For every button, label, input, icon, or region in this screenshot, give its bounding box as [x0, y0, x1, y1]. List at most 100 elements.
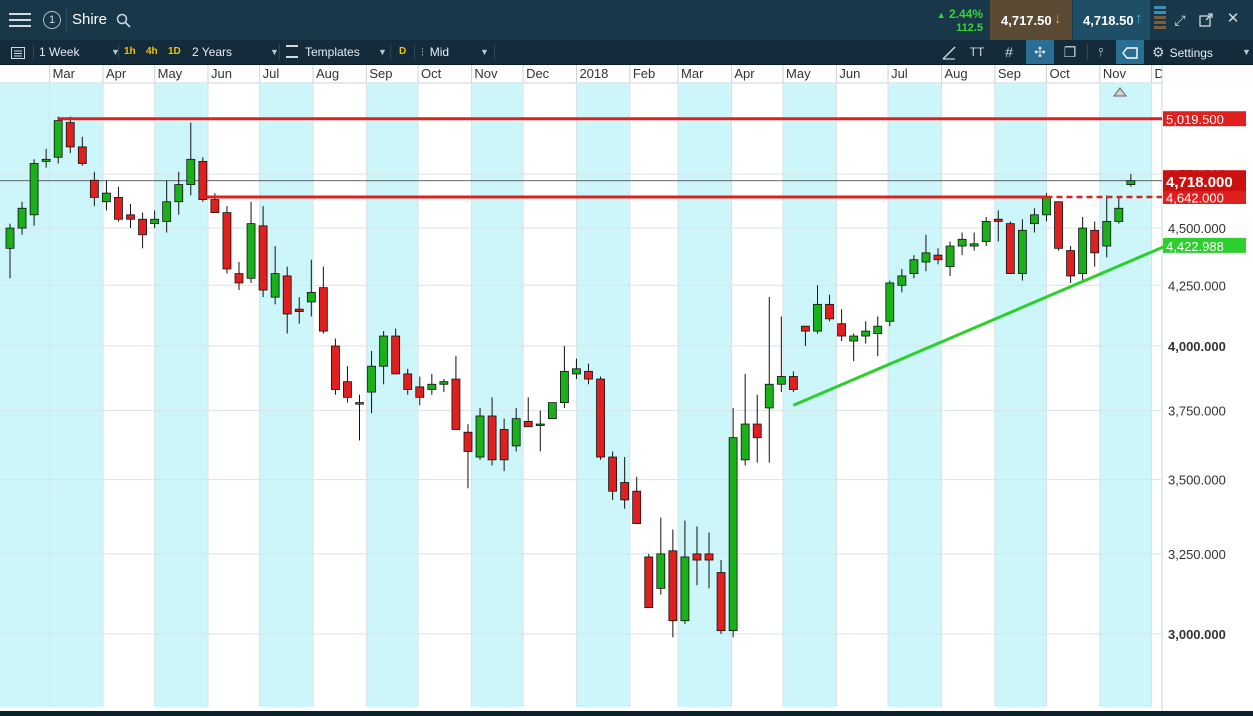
timeframe-4h[interactable]: 4h	[146, 40, 158, 64]
candle-body[interactable]	[752, 423, 762, 439]
candle-body[interactable]	[584, 370, 593, 380]
candle-body[interactable]	[921, 252, 931, 263]
candle-body[interactable]	[53, 120, 63, 158]
candle-body[interactable]	[668, 550, 678, 622]
candle-body[interactable]	[776, 376, 786, 385]
candle-body[interactable]	[77, 146, 87, 164]
candle-body[interactable]	[1078, 227, 1088, 274]
candle-body[interactable]	[740, 423, 750, 461]
candle-body[interactable]	[656, 553, 666, 589]
crosshair-icon[interactable]: ✣	[1026, 40, 1054, 64]
candle-body[interactable]	[680, 556, 690, 622]
sell-button[interactable]: 4,717.50 ↓	[990, 0, 1072, 40]
candle-body[interactable]	[162, 201, 172, 222]
candle-body[interactable]	[367, 365, 376, 393]
candle-body[interactable]	[933, 254, 943, 261]
candle-body[interactable]	[837, 323, 846, 337]
candle-body[interactable]	[1114, 207, 1124, 222]
candle-body[interactable]	[379, 335, 389, 367]
windows-icon[interactable]: ❐	[1058, 40, 1082, 64]
candle-body[interactable]	[439, 381, 449, 385]
draw-mode-button[interactable]: D	[399, 40, 406, 64]
candle-body[interactable]	[114, 197, 123, 220]
candle-body[interactable]	[849, 335, 859, 342]
candle-body[interactable]	[487, 415, 497, 461]
candle-body[interactable]	[174, 184, 184, 203]
candle-body[interactable]	[331, 345, 340, 390]
candle-body[interactable]	[451, 378, 461, 430]
candle-body[interactable]	[29, 163, 39, 216]
candle-body[interactable]	[102, 192, 111, 203]
candle-body[interactable]	[728, 437, 738, 632]
candle-body[interactable]	[270, 273, 280, 298]
candle-body[interactable]	[1090, 229, 1100, 254]
candle-body[interactable]	[210, 199, 220, 214]
candle-body[interactable]	[463, 431, 473, 452]
candle-body[interactable]	[499, 429, 509, 461]
candle-body[interactable]	[126, 214, 135, 220]
candle-body[interactable]	[885, 282, 895, 322]
candle-body[interactable]	[764, 383, 774, 409]
candle-body[interactable]	[957, 238, 967, 247]
timeframe-1h[interactable]: 1h	[124, 40, 136, 64]
candle-body[interactable]	[704, 553, 714, 561]
alert-tag-icon[interactable]	[1116, 40, 1144, 64]
candle-body[interactable]	[596, 378, 605, 458]
text-tool-icon[interactable]: TT	[966, 40, 988, 64]
candle-body[interactable]	[1066, 250, 1075, 277]
candle-body[interactable]	[355, 402, 364, 405]
candle-body[interactable]	[258, 225, 268, 291]
candle-body[interactable]	[65, 122, 75, 148]
grid-icon[interactable]: #	[998, 40, 1020, 64]
candle-body[interactable]	[41, 158, 51, 162]
candle-body[interactable]	[632, 490, 642, 524]
candle-body[interactable]	[403, 373, 413, 390]
search-icon[interactable]	[116, 13, 131, 28]
candle-body[interactable]	[234, 273, 244, 284]
candle-body[interactable]	[801, 325, 810, 332]
candle-body[interactable]	[1017, 229, 1027, 274]
candle-body[interactable]	[825, 303, 834, 320]
candle-body[interactable]	[716, 572, 726, 632]
candle-body[interactable]	[909, 259, 919, 274]
candle-body[interactable]	[1102, 221, 1112, 247]
candle-body[interactable]	[391, 335, 401, 375]
buy-button[interactable]: 4,718.50 ↑	[1073, 0, 1150, 40]
candle-body[interactable]	[89, 179, 99, 198]
candle-body[interactable]	[475, 415, 485, 458]
candle-body[interactable]	[222, 212, 232, 270]
candle-body[interactable]	[981, 221, 991, 242]
interval-select[interactable]: 1 Week ▼	[39, 40, 120, 64]
draw-line-icon[interactable]	[938, 40, 960, 64]
candle-body[interactable]	[1005, 223, 1015, 274]
candle-body[interactable]	[1042, 197, 1051, 216]
layout-list-icon[interactable]	[8, 40, 28, 64]
candle-body[interactable]	[547, 402, 557, 420]
candle-body[interactable]	[186, 158, 196, 185]
timeframe-1d[interactable]: 1D	[168, 40, 181, 64]
candle-body[interactable]	[644, 556, 654, 609]
candle-body[interactable]	[318, 287, 328, 332]
templates-select[interactable]: Templates ▼	[286, 40, 387, 64]
candle-body[interactable]	[5, 227, 15, 249]
candle-body[interactable]	[861, 330, 871, 337]
candle-body[interactable]	[1126, 180, 1136, 185]
candle-body[interactable]	[343, 381, 352, 398]
candle-body[interactable]	[246, 223, 256, 279]
workspace-number-icon[interactable]: 1	[43, 11, 61, 29]
candle-body[interactable]	[523, 420, 533, 428]
expand-icon[interactable]: ⤢	[1172, 12, 1188, 28]
candle-body[interactable]	[572, 368, 581, 375]
candle-body[interactable]	[897, 275, 907, 286]
candle-body[interactable]	[1030, 214, 1039, 225]
candle-body[interactable]	[535, 423, 545, 426]
chart-area[interactable]: Mar Apr May Jun Jul Aug Sep Oct Nov Dec 2018 Feb Mar…	[0, 65, 1253, 711]
candle-body[interactable]	[1054, 201, 1063, 249]
menu-icon[interactable]	[9, 11, 31, 29]
instrument-title[interactable]: Shire	[72, 0, 107, 40]
candle-body[interactable]	[511, 418, 521, 447]
popout-icon[interactable]	[1198, 12, 1214, 28]
depth-bars-icon[interactable]	[1154, 6, 1166, 34]
candle-body[interactable]	[150, 218, 160, 225]
candle-body[interactable]	[993, 218, 1003, 222]
